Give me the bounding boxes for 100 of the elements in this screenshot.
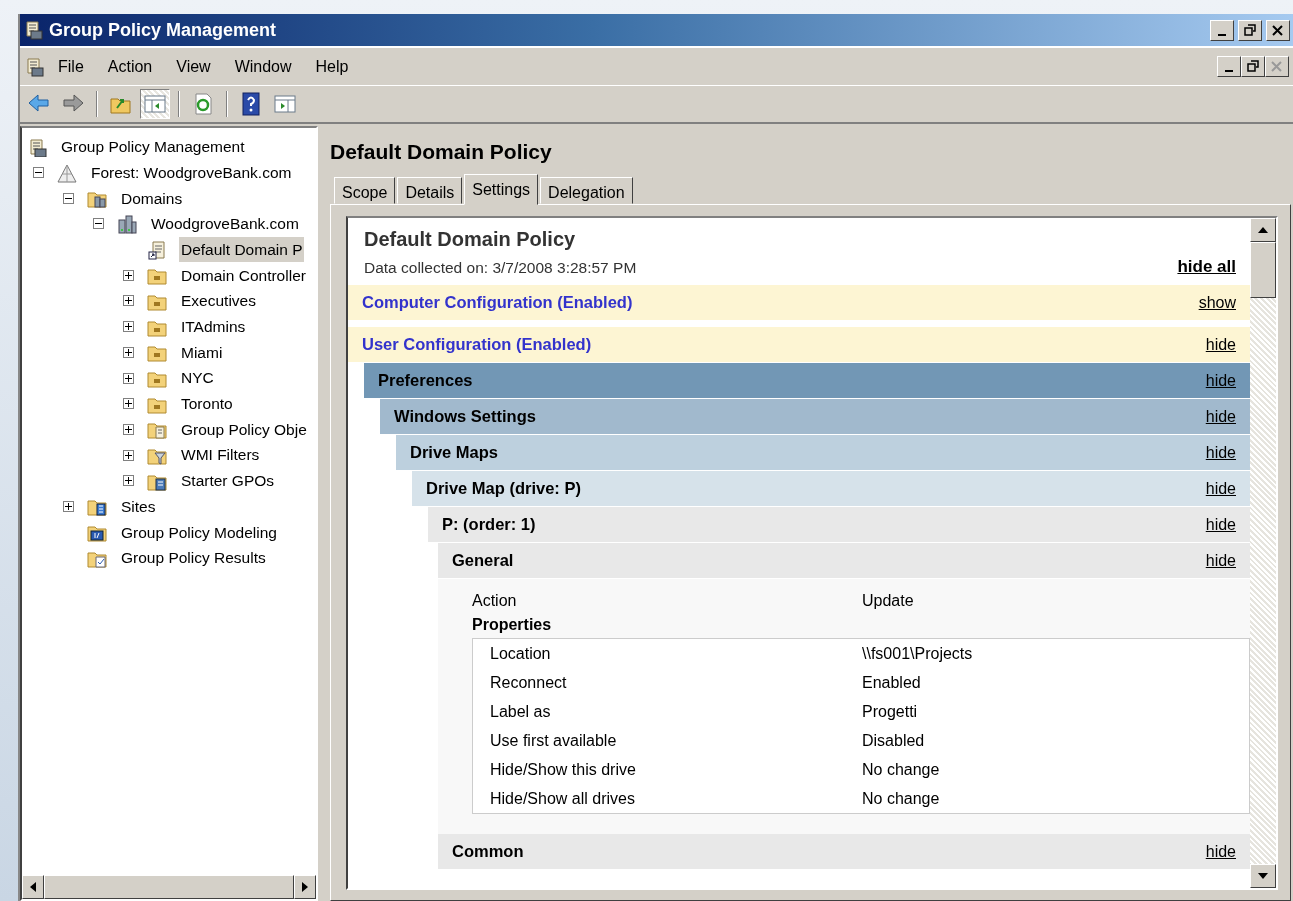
section-header[interactable]: Computer Configuration (Enabled) show (348, 285, 1250, 321)
expand-button[interactable] (123, 423, 134, 435)
tree-item[interactable]: Domain Controller (179, 262, 308, 288)
minimize-button[interactable] (1210, 19, 1234, 41)
restore-icon (1246, 60, 1260, 73)
section-title: Preferences (378, 370, 473, 392)
expand-button[interactable] (123, 398, 134, 410)
tree-item[interactable]: ITAdmins (179, 314, 248, 340)
tree-item[interactable]: Toronto (179, 391, 235, 417)
toggle-link[interactable]: hide (1205, 548, 1236, 573)
tree-item[interactable]: Executives (179, 288, 258, 314)
restore-button[interactable] (1238, 19, 1262, 41)
menu-item[interactable]: View (164, 52, 223, 81)
property-name: Reconnect (489, 672, 568, 693)
scroll-up-button[interactable] (1250, 217, 1276, 242)
console-icon (24, 55, 46, 78)
plus-icon (124, 476, 133, 486)
scroll-left-button[interactable] (22, 875, 44, 899)
property-value: Disabled (862, 730, 925, 751)
hide-all-link[interactable]: hide all (1177, 253, 1236, 279)
tree-item[interactable]: Miami (179, 339, 225, 365)
section-header[interactable]: Preferences hide (364, 363, 1250, 399)
section-title: General (452, 550, 514, 572)
menu-item[interactable]: Window (222, 52, 304, 81)
tree-item[interactable]: Starter GPOs (179, 468, 277, 494)
scroll-thumb[interactable] (1250, 241, 1276, 298)
expand-button[interactable] (123, 346, 134, 358)
property-name: Use first available (489, 730, 618, 751)
close-icon (1271, 23, 1285, 37)
collapse-button[interactable] (93, 218, 104, 230)
plus-icon (124, 296, 133, 306)
menu-item[interactable]: Help (303, 52, 361, 81)
tree-item[interactable]: Domains (119, 185, 185, 211)
expand-button[interactable] (123, 269, 134, 281)
tree-item[interactable]: WMI Filters (179, 442, 262, 468)
tree-item[interactable]: Default Domain P (179, 236, 305, 263)
scroll-down-button[interactable] (1250, 864, 1276, 888)
plus-icon (124, 399, 133, 409)
toggle-link[interactable]: hide (1205, 476, 1236, 501)
console-tree-button[interactable] (140, 89, 170, 119)
toggle-link[interactable]: show (1198, 290, 1236, 315)
expand-button[interactable] (123, 295, 134, 307)
setting-name: Action (472, 591, 518, 611)
section-header[interactable]: Drive Map (drive: P) hide (412, 471, 1250, 507)
properties-heading: Properties (472, 615, 553, 635)
menu-item[interactable]: File (46, 52, 96, 81)
restore-icon (1243, 23, 1257, 37)
expand-button[interactable] (123, 321, 134, 333)
details-title: Default Domain Policy (330, 139, 553, 165)
tab[interactable]: Delegation (540, 176, 633, 204)
toggle-link[interactable]: hide (1205, 839, 1236, 864)
tab[interactable]: Details (397, 176, 463, 204)
expand-button[interactable] (123, 372, 134, 384)
toggle-link[interactable]: hide (1205, 368, 1236, 393)
close-button[interactable] (1266, 19, 1290, 41)
plus-icon (124, 322, 133, 332)
setting-value: Update (862, 591, 914, 611)
menu-item[interactable]: Action (95, 52, 165, 81)
tree-item[interactable]: Sites (119, 493, 158, 520)
section-title: Drive Maps (410, 442, 499, 464)
property-value: \\fs001\Projects (862, 643, 973, 664)
console-icon (23, 19, 45, 41)
collapse-button[interactable] (33, 167, 44, 179)
scroll-right-button[interactable] (294, 875, 316, 899)
section-header[interactable]: User Configuration (Enabled) hide (348, 327, 1250, 363)
toggle-link[interactable]: hide (1205, 404, 1236, 429)
tree-item[interactable]: NYC (179, 365, 216, 391)
property-value: No change (862, 759, 940, 780)
toggle-link[interactable]: hide (1205, 332, 1236, 357)
section-header[interactable]: Windows Settings hide (380, 399, 1250, 435)
section-header[interactable]: Drive Maps hide (396, 435, 1250, 471)
expand-button[interactable] (123, 449, 134, 461)
tab[interactable]: Scope (334, 176, 396, 204)
close-button[interactable] (1265, 56, 1289, 77)
restore-button[interactable] (1241, 56, 1265, 77)
section-title: P: (order: 1) (442, 514, 536, 536)
collapse-button[interactable] (63, 192, 74, 204)
plus-icon (124, 424, 133, 434)
tree-item[interactable]: Group Policy Obje (179, 416, 309, 443)
minimize-button[interactable] (1217, 56, 1241, 77)
console-icon (27, 136, 47, 157)
tree-item[interactable]: Group Policy Management (59, 134, 247, 160)
minimize-icon (1218, 33, 1226, 36)
section-header[interactable]: General hide (438, 543, 1250, 579)
vertical-scrollbar[interactable] (1250, 217, 1276, 888)
toggle-link[interactable]: hide (1205, 512, 1236, 537)
expand-button[interactable] (123, 475, 134, 487)
toggle-link[interactable]: hide (1205, 440, 1236, 465)
tree-item[interactable]: Group Policy Results (119, 545, 268, 571)
tree-item[interactable]: Forest: WoodgroveBank.com (89, 159, 294, 186)
servers-icon (117, 213, 137, 234)
property-name: Location (489, 643, 552, 664)
expand-button[interactable] (63, 500, 74, 512)
section-header[interactable]: Common hide (438, 834, 1250, 870)
tree-item[interactable]: Group Policy Modeling (119, 519, 279, 545)
tab[interactable]: Settings (464, 173, 539, 205)
property-name: Hide/Show this drive (489, 759, 637, 780)
section-header[interactable]: P: (order: 1) hide (428, 507, 1250, 543)
tree-item[interactable]: WoodgroveBank.com (149, 211, 301, 237)
policy-shortcut-icon (147, 239, 167, 260)
